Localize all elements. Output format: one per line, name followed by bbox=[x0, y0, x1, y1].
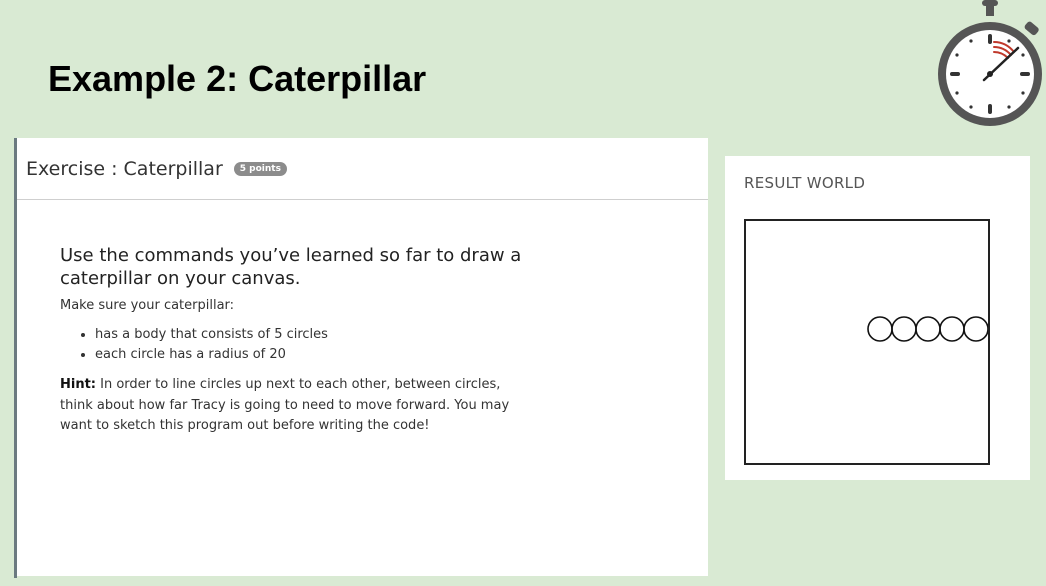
hint: Hint: In order to line circles up next t… bbox=[60, 375, 530, 437]
caterpillar-circle bbox=[867, 316, 893, 342]
caterpillar-circle bbox=[915, 316, 941, 342]
requirements-list: has a body that consists of 5 circles ea… bbox=[60, 325, 530, 365]
points-badge: 5 points bbox=[233, 161, 287, 176]
result-canvas bbox=[744, 219, 990, 465]
requirement-item: has a body that consists of 5 circles bbox=[95, 325, 530, 345]
exercise-body: Use the commands you’ve learned so far t… bbox=[17, 200, 530, 437]
hint-text: In order to line circles up next to each… bbox=[60, 377, 510, 433]
slide-title: Example 2: Caterpillar bbox=[48, 58, 427, 99]
caterpillar-circle bbox=[891, 316, 917, 342]
caterpillar-circle bbox=[939, 316, 965, 342]
requirements-lead: Make sure your caterpillar: bbox=[60, 298, 235, 313]
stopwatch-icon bbox=[938, 0, 1042, 126]
hint-label: Hint: bbox=[60, 377, 97, 392]
result-world-panel: RESULT WORLD bbox=[725, 156, 1030, 480]
result-world-title: RESULT WORLD bbox=[744, 174, 866, 192]
exercise-header: Exercise : Caterpillar 5 points bbox=[17, 138, 708, 200]
exercise-prompt: Use the commands you’ve learned so far t… bbox=[60, 245, 522, 289]
canvas-drawing bbox=[867, 316, 988, 342]
caterpillar-circle bbox=[963, 316, 988, 342]
exercise-panel: Exercise : Caterpillar 5 points Use the … bbox=[17, 138, 708, 576]
exercise-title: Exercise : Caterpillar bbox=[26, 157, 223, 180]
requirement-item: each circle has a radius of 20 bbox=[95, 345, 530, 365]
